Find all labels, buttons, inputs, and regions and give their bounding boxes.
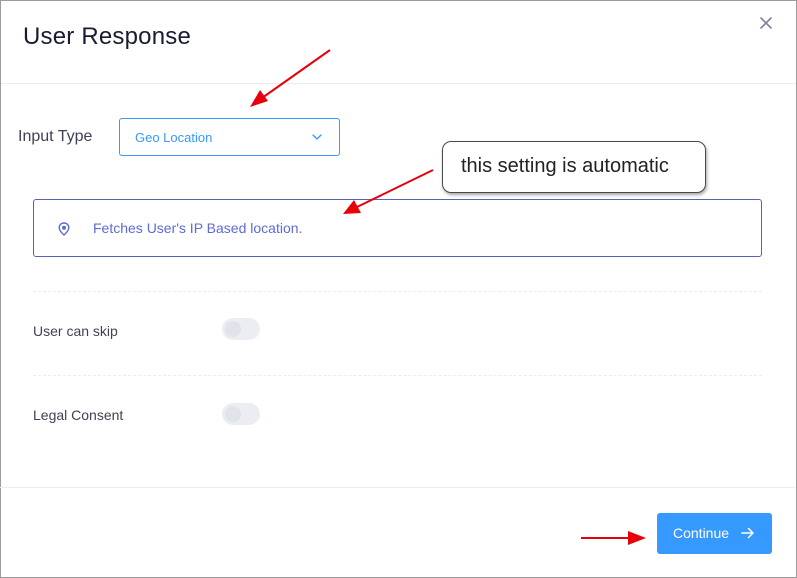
- legal-consent-toggle[interactable]: [222, 403, 260, 425]
- modal-title: User Response: [23, 23, 192, 50]
- callout-text: this setting is automatic: [461, 155, 669, 177]
- legal-consent-label: Legal Consent: [33, 407, 124, 423]
- location-pin-icon: [58, 222, 70, 236]
- close-button[interactable]: [757, 14, 775, 32]
- annotation-callout: this setting is automatic: [442, 141, 706, 193]
- close-icon: [760, 17, 772, 29]
- toggle-knob: [225, 406, 241, 422]
- divider: [33, 375, 762, 376]
- continue-button[interactable]: Continue: [657, 513, 772, 554]
- chevron-down-icon: [312, 134, 322, 140]
- input-type-label: Input Type: [18, 128, 93, 145]
- geo-location-info-box: Fetches User's IP Based location.: [33, 199, 762, 257]
- input-type-select[interactable]: Geo Location: [119, 118, 340, 156]
- divider: [33, 291, 762, 292]
- user-can-skip-label: User can skip: [33, 323, 118, 339]
- toggle-knob: [225, 321, 241, 337]
- info-text: Fetches User's IP Based location.: [93, 220, 303, 236]
- arrow-right-icon: [741, 527, 754, 539]
- modal-header: User Response: [1, 1, 796, 84]
- user-can-skip-toggle[interactable]: [222, 318, 260, 340]
- input-type-selected-value: Geo Location: [135, 130, 213, 145]
- continue-label: Continue: [673, 525, 730, 541]
